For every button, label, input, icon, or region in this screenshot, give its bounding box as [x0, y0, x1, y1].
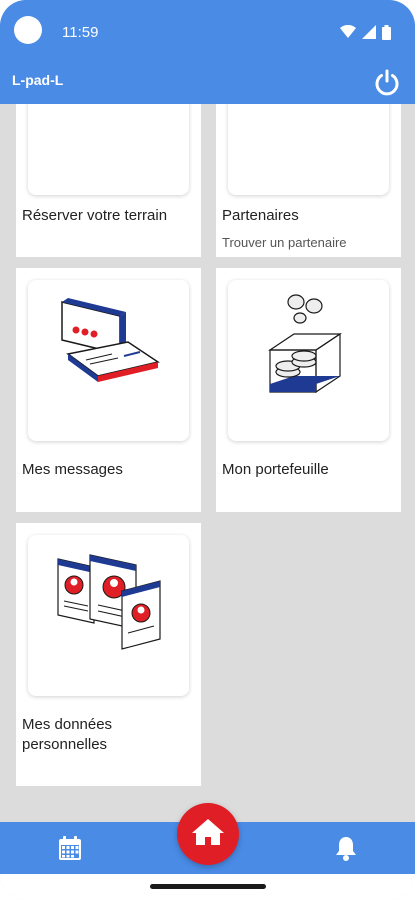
- card-subtitle: Trouver un partenaire: [222, 235, 347, 250]
- card-reserve-court[interactable]: Réserver votre terrain: [16, 104, 201, 257]
- card-title: Partenaires: [222, 207, 299, 224]
- camera-cutout: [14, 16, 42, 44]
- wallet-illustration: [228, 280, 389, 441]
- app-bar: L-pad-L: [0, 60, 415, 104]
- status-bar: 11:59: [0, 0, 415, 60]
- phone-screen: 11:59 L-pad-L Réserver votre terrain Par…: [0, 0, 415, 900]
- card-title: Réserver votre terrain: [22, 207, 168, 224]
- system-gesture-area: [0, 874, 415, 900]
- card-title: Mes messages: [22, 461, 123, 478]
- card-title: Mes données personnelles: [22, 716, 113, 753]
- card-personal-data[interactable]: Mes données personnelles: [16, 523, 201, 786]
- reserve-court-illustration: [28, 104, 189, 195]
- signal-icon: [362, 25, 376, 39]
- card-title: Mon portefeuille: [222, 461, 329, 478]
- calendar-icon[interactable]: [56, 834, 84, 862]
- app-title: L-pad-L: [12, 72, 64, 88]
- gesture-handle[interactable]: [150, 884, 266, 889]
- home-icon: [192, 819, 224, 845]
- card-partners[interactable]: Partenaires Trouver un partenaire: [216, 104, 401, 257]
- battery-icon: [382, 24, 391, 40]
- wifi-icon: [340, 25, 356, 38]
- dashboard-grid: Réserver votre terrain Partenaires Trouv…: [0, 104, 415, 822]
- home-button[interactable]: [177, 803, 239, 865]
- bell-icon[interactable]: [332, 834, 360, 862]
- messages-illustration: [28, 280, 189, 441]
- status-time: 11:59: [62, 24, 99, 41]
- partners-illustration: [228, 104, 389, 195]
- card-wallet[interactable]: Mon portefeuille: [216, 268, 401, 512]
- card-messages[interactable]: Mes messages: [16, 268, 201, 512]
- power-icon[interactable]: [371, 66, 403, 98]
- status-icons: [340, 24, 391, 40]
- personal-data-illustration: [28, 535, 189, 696]
